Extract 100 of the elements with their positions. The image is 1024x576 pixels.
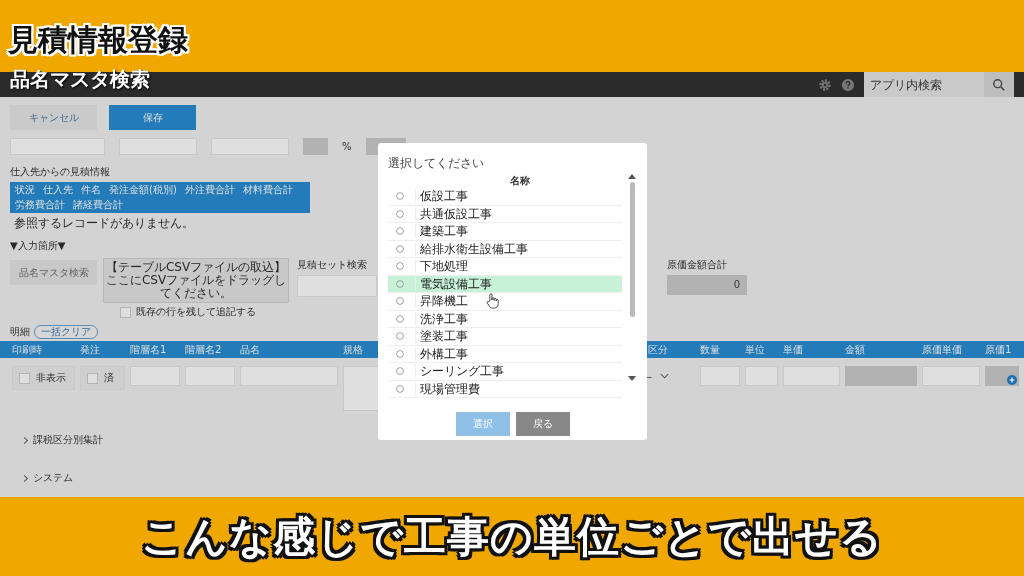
radio-button[interactable] <box>396 297 404 306</box>
checkbox[interactable] <box>87 372 98 384</box>
checkbox-cell[interactable]: 済 <box>80 366 125 390</box>
column-header: 諸経費合計 <box>73 198 123 212</box>
percent-label: % <box>342 141 352 152</box>
item-name: 共通仮設工事 <box>415 206 492 221</box>
radio-button[interactable] <box>396 384 404 393</box>
settings-icon[interactable] <box>818 77 832 92</box>
item-name: 下地処理 <box>415 259 468 274</box>
radio-button[interactable] <box>396 209 404 218</box>
input-field[interactable] <box>303 138 328 155</box>
csv-drop-zone[interactable]: 【テーブルCSVファイルの取込】 ここにCSVファイルをドラッグしてください。 <box>103 258 289 303</box>
column-header: 仕入先 <box>43 183 73 197</box>
column-header: 発注金額(税別) <box>109 183 177 197</box>
csv-hint: ここにCSVファイルをドラッグしてください。 <box>104 274 288 300</box>
column-header: 件名 <box>81 183 101 197</box>
item-name: 現場管理費 <box>415 381 480 396</box>
checkbox-cell[interactable]: 非表示 <box>12 366 75 390</box>
column-header: 数量 <box>700 343 720 355</box>
column-header: 名称 <box>510 175 530 186</box>
collapsible-section[interactable]: 課税区分別集計 <box>22 433 302 447</box>
add-row-icon[interactable] <box>1007 375 1017 385</box>
chevron-down-icon[interactable] <box>660 373 669 379</box>
section-title: 仕入先からの見積情報 <box>10 165 110 179</box>
item-name: 建築工事 <box>415 224 468 239</box>
list-row[interactable]: 洗浄工事 <box>388 310 623 328</box>
empty-message: 参照するレコードがありません。 <box>14 215 194 232</box>
video-title: 見積情報登録 <box>8 22 188 58</box>
search-button[interactable] <box>984 72 1014 97</box>
scroll-up-icon[interactable] <box>628 174 636 179</box>
input-field[interactable] <box>343 366 379 411</box>
column-header: 材料費合計 <box>242 183 293 197</box>
list-row[interactable]: 下地処理 <box>388 258 623 276</box>
radio-button[interactable] <box>396 349 404 358</box>
list-row[interactable]: 共通仮設工事 <box>388 205 623 223</box>
column-header: 品名 <box>240 343 260 355</box>
list-row[interactable]: 塗装工事 <box>388 328 623 346</box>
clear-button[interactable]: 一括クリア <box>34 325 98 339</box>
section-title: 明細 <box>10 325 30 339</box>
column-header: 外注費合計 <box>184 183 235 197</box>
radio-button[interactable] <box>396 244 404 253</box>
column-header: 階層名1 <box>130 343 167 355</box>
checkbox-label: 既存の行を残して追記する <box>136 305 256 319</box>
radio-button[interactable] <box>396 192 404 201</box>
search-icon[interactable] <box>992 77 1006 92</box>
list-row[interactable]: 仮設工事 <box>388 188 623 206</box>
item-name: 外構工事 <box>415 346 468 361</box>
item-name: シーリング工事 <box>415 364 504 379</box>
dialog-prompt: 選択してください <box>388 155 485 172</box>
list-row[interactable]: 外構工事 <box>388 345 623 363</box>
checkbox[interactable] <box>19 372 30 384</box>
video-subtitle: 品名マスタ検索 <box>10 67 150 90</box>
caption-text: こんな感じで工事の単位ごとで出せる <box>141 510 883 563</box>
column-header: 発注 <box>80 343 100 355</box>
input-field[interactable] <box>297 275 377 297</box>
column-header: 印刷時 <box>12 343 42 355</box>
field-label: 原価金額合計 <box>667 258 728 272</box>
radio-button[interactable] <box>396 262 404 271</box>
radio-button[interactable] <box>396 314 404 323</box>
column-header: 原価単価 <box>922 343 962 355</box>
action-button[interactable]: 保存 <box>109 105 196 130</box>
action-button[interactable]: キャンセル <box>10 105 97 130</box>
list-row[interactable]: 給排水衛生設備工事 <box>388 240 623 258</box>
column-header: 区分 <box>648 343 668 355</box>
column-header: 状況 <box>15 183 35 197</box>
column-header: 単価 <box>783 343 803 355</box>
section-title: ▼入力箇所▼ <box>10 239 66 253</box>
column-header: 労務費合計 <box>15 198 65 212</box>
search-field[interactable]: アプリ内検索 <box>864 72 984 97</box>
radio-button[interactable] <box>396 279 404 288</box>
checkbox[interactable] <box>120 306 131 318</box>
item-name: 塗装工事 <box>415 329 468 344</box>
help-icon[interactable] <box>841 77 855 92</box>
collapsible-section[interactable]: システム <box>22 471 302 485</box>
column-header: 金額 <box>845 343 865 355</box>
list-row[interactable]: シーリング工事 <box>388 363 623 381</box>
column-header: 単位 <box>745 343 765 355</box>
radio-button[interactable] <box>396 367 404 376</box>
item-name: 電気設備工事 <box>415 276 492 291</box>
scrollbar-thumb[interactable] <box>629 182 635 317</box>
column-header: 規格 <box>343 343 363 355</box>
total-field: 0 <box>667 275 747 295</box>
checkbox-label: 非表示 <box>36 371 66 385</box>
field-label: 見積セット検索 <box>297 258 368 272</box>
hand-cursor-icon <box>486 293 499 309</box>
scroll-down-icon[interactable] <box>628 376 636 381</box>
item-name: 昇降機工 <box>415 294 468 309</box>
dialog-button[interactable]: 戻る <box>515 412 570 436</box>
column-header: 階層名2 <box>185 343 222 355</box>
item-name: 洗浄工事 <box>415 311 468 326</box>
item-name: 仮設工事 <box>415 189 468 204</box>
column-header: 原価1 <box>985 343 1012 355</box>
list-row[interactable]: 建築工事 <box>388 223 623 241</box>
readonly-field <box>845 366 917 386</box>
radio-button[interactable] <box>396 332 404 341</box>
list-row[interactable]: 現場管理費 <box>388 380 623 398</box>
csv-title: 【テーブルCSVファイルの取込】 <box>105 261 287 274</box>
radio-button[interactable] <box>396 227 404 236</box>
item-name: 給排水衛生設備工事 <box>415 241 528 256</box>
checkbox-label: 済 <box>104 371 114 385</box>
